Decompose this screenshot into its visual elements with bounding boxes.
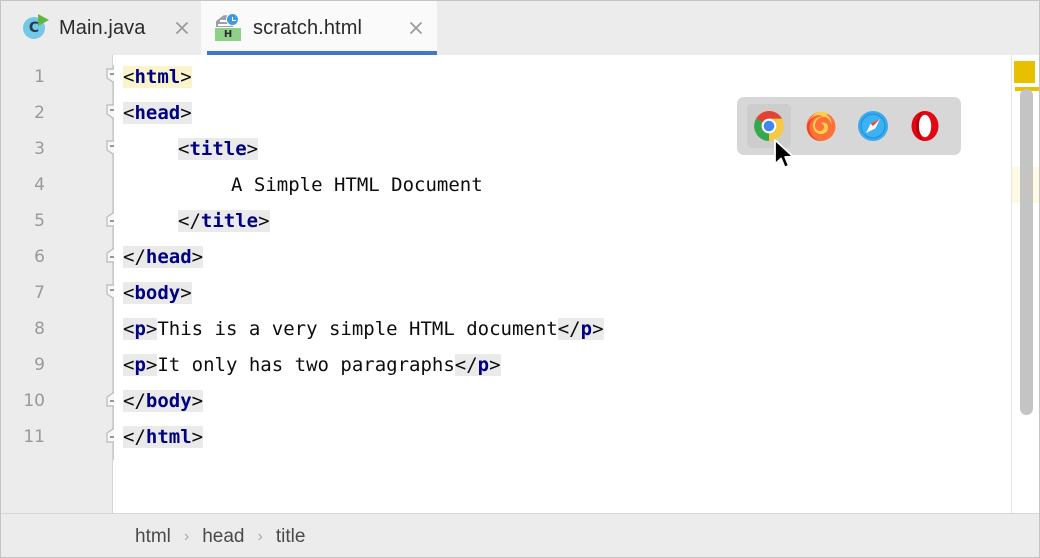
code-token: > [191,246,204,268]
code-token: > [180,66,192,88]
idea-editor-window: C Main.java H scratch.html 1 2 3 4 5 6 7… [0,0,1040,558]
code-token: < [123,282,135,304]
code-line-8[interactable]: <p>This is a very simple HTML document</… [123,311,604,347]
code-line-10[interactable]: </body> [123,383,204,419]
line-number: 10 [23,391,45,411]
line-number: 5 [34,211,45,231]
breadcrumb-item-title[interactable]: title [274,526,308,548]
code-token: p [477,354,490,376]
code-line-5[interactable]: </title> [178,203,270,239]
chevron-right-icon: › [183,527,190,545]
close-icon[interactable] [407,19,425,37]
code-token: < [123,102,135,124]
code-token: p [580,318,593,340]
breadcrumb-item-head[interactable]: head [200,526,246,548]
code-line-7[interactable]: <body> [123,275,192,311]
open-in-opera-button[interactable] [903,104,947,148]
code-token: title [189,138,247,160]
code-token: > [191,426,204,448]
code-token: < [178,138,190,160]
code-editor[interactable]: 1 2 3 4 5 6 7 8 9 10 11 <html> <head> <t… [1,55,1039,513]
code-token: > [180,282,192,304]
html-scratch-file-icon: H [215,13,245,43]
code-line-1[interactable]: <html> [123,59,192,95]
tab-main-java-label: Main.java [59,16,146,39]
code-token: body [145,390,192,412]
open-in-firefox-button[interactable] [799,104,843,148]
code-token: < [123,354,135,376]
code-token: </ [123,246,146,268]
code-token: This is a very simple HTML document [157,318,558,340]
java-class-icon: C [21,13,51,43]
code-line-4[interactable]: A Simple HTML Document [231,167,483,203]
mouse-pointer-icon [773,139,795,171]
code-token: </ [123,426,146,448]
chevron-right-icon: › [257,527,263,545]
code-token: > [592,318,604,340]
line-number: 8 [34,319,45,339]
code-token: </ [557,318,581,340]
inspection-warning-icon[interactable] [1014,61,1035,83]
code-token: > [145,354,158,376]
code-token: > [489,354,501,376]
tab-scratch-html-label: scratch.html [253,16,363,39]
code-token: title [200,210,259,232]
code-token: head [134,102,181,124]
open-in-safari-button[interactable] [851,104,895,148]
code-token: > [180,102,192,124]
code-token: > [145,318,158,340]
code-token: A Simple HTML Document [231,174,483,196]
code-token: It only has two paragraphs [157,354,455,376]
clock-badge-icon [226,13,239,26]
line-number: 4 [34,175,45,195]
code-token: </ [123,390,146,412]
browser-selection-popup[interactable] [737,97,961,155]
code-token: html [145,426,192,448]
code-token: > [191,390,204,412]
code-token: </ [178,210,201,232]
code-line-6[interactable]: </head> [123,239,204,275]
breadcrumb: html › head › title [1,513,1039,557]
editor-tab-bar: C Main.java H scratch.html [1,1,1039,55]
code-token: p [134,318,146,340]
line-number: 1 [34,67,45,87]
breadcrumb-item-html[interactable]: html [133,526,173,548]
code-line-11[interactable]: </html> [123,419,204,455]
code-line-2[interactable]: <head> [123,95,192,131]
code-token: > [258,210,270,232]
code-token: p [134,354,146,376]
code-token: html [134,66,181,88]
tab-main-java[interactable]: C Main.java [7,1,201,55]
code-line-3[interactable]: <title> [178,131,259,167]
line-number: 7 [34,283,45,303]
line-number: 9 [34,355,45,375]
code-token: > [246,138,259,160]
line-number: 3 [34,139,45,159]
code-token: < [123,66,135,88]
code-token: body [134,282,181,304]
safari-icon [857,110,889,142]
firefox-icon [805,110,837,142]
line-number: 2 [34,103,45,123]
code-text-area[interactable]: <html> <head> <title> A Simple HTML Docu… [114,55,1039,513]
chrome-icon [753,110,785,142]
scrollbar-thumb[interactable] [1020,89,1033,415]
editor-scrollbar-track[interactable] [1011,55,1039,513]
code-token: < [123,318,135,340]
code-token: </ [454,354,478,376]
line-number: 6 [34,247,45,267]
line-number: 11 [23,427,45,447]
code-token: head [145,246,192,268]
code-line-9[interactable]: <p>It only has two paragraphs</p> [123,347,501,383]
close-icon[interactable] [173,19,191,37]
tab-scratch-html[interactable]: H scratch.html [201,1,437,55]
opera-icon [909,110,941,142]
